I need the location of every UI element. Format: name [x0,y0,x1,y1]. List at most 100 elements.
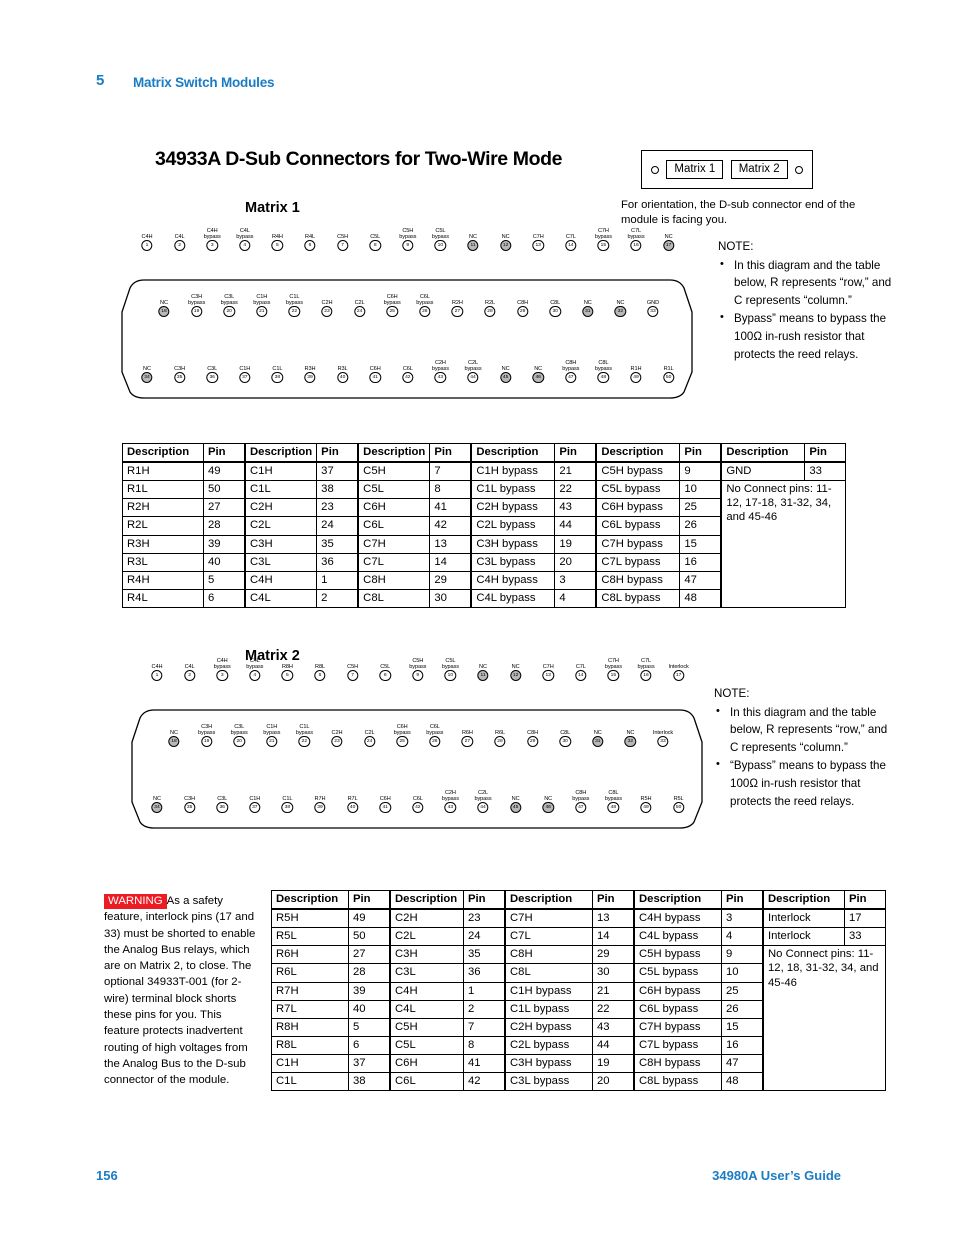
connector-pin-field: C4H 1 C4L 2 C4H bypass 3 C4L bypass 4 R8H 5 R8L 6 C5H 7… [128,658,706,830]
cell-description: C2L [389,927,464,947]
connector-pin-number: 33 [647,305,659,317]
connector-pin-number: 26 [429,735,441,747]
cell-description: C2H [244,498,318,518]
cell-description: C6H bypass [595,498,681,518]
note-bullet-list: In this diagram and the table below, R r… [714,703,898,811]
cell-description: C3H [389,945,464,965]
cell-pin: 17 [844,908,886,929]
cell-description: C2H [389,908,464,929]
dsub-connector-diagram-matrix-1: C4H 1 C4L 2 C4H bypass 3 C4L bypass 4 R4H 5 R4L 6 C5H 7… [118,228,696,400]
cell-pin: 25 [679,498,722,518]
connector-pin-number: 9 [402,239,414,251]
connector-pin-number: 33 [657,735,669,747]
cell-pin: 37 [348,1053,391,1074]
cell-pin: 35 [463,945,506,965]
cell-pin: 20 [554,552,597,572]
note-bullet-list: In this diagram and the table below, R r… [718,256,898,364]
cell-description: R3H [122,534,204,554]
cell-description: C4L bypass [633,927,722,947]
connector-pin-number: 25 [396,735,408,747]
cell-pin: 3 [554,570,597,590]
connector-pin-number: 6 [314,669,326,681]
cell-pin: 22 [592,999,635,1019]
connector-pin-number: 49 [640,801,652,813]
cell-description: C7H bypass [633,1017,722,1037]
cell-no-connect-note: No Connect pins: 11-12, 18, 31-32, 34, a… [762,945,886,1092]
connector-pin-number: 5 [281,669,294,681]
connector-pin-number: 43 [444,801,457,813]
cell-description: C8H bypass [595,570,681,590]
cell-pin: 40 [348,999,391,1019]
connector-pin-number: 19 [200,735,213,747]
connector-pin-number: 2 [183,669,196,681]
cell-description: R5L [271,927,349,947]
connector-pin-label: C8H bypass [562,359,580,372]
cell-description: C7L bypass [595,552,681,572]
column-header-pin: Pin [679,443,722,464]
cell-pin: 8 [429,480,472,500]
column-header-description: Description [720,443,806,464]
cell-description: C7L [504,927,593,947]
note-title: NOTE: [718,240,754,253]
cell-description: C5L bypass [633,963,722,983]
connector-pin-number: 14 [565,239,577,251]
cell-pin: 16 [721,1035,764,1055]
column-header-pin: Pin [844,890,886,911]
connector-pin-number: 29 [516,305,529,317]
table-row: R6H 27 C3H 35 C8H 29 C5H bypass 9 No Connect pin… [271,945,886,1092]
orientation-caption: For orientation, the D-sub connector end… [621,199,856,227]
connector-pin-number: 42 [402,371,414,383]
chapter-number: 5 [96,72,105,89]
note-bullet: “Bypass” means to bypass the 100Ω in-rus… [714,756,898,810]
connector-pin-number: 5 [271,239,284,251]
connector-pin-number: 17 [662,239,675,251]
connector-pin-number: 35 [173,371,186,383]
connector-pin-number: 22 [298,735,311,747]
cell-description: C6H bypass [633,981,722,1001]
column-header-description: Description [762,890,845,911]
cell-description: C3L bypass [504,1072,593,1092]
connector-pin-label: C5L bypass [441,657,459,670]
cell-pin: 38 [316,480,359,500]
cell-description: C5H bypass [595,461,681,482]
column-header-pin: Pin [348,890,391,911]
connector-pin-number: 44 [477,801,489,813]
connector-pin-number: 6 [304,239,316,251]
cell-pin: 14 [429,552,472,572]
column-header-pin: Pin [804,443,847,464]
connector-pin-label: C1H bypass [263,723,281,736]
connector-pin-number: 25 [386,305,398,317]
cell-description: C5L [389,1035,464,1055]
cell-description: C6L bypass [633,999,722,1019]
cell-description: C4H [244,570,318,590]
column-header-description: Description [633,890,722,911]
connector-pin-number: 1 [141,239,153,251]
cell-description: C1L [244,480,318,500]
connector-pin-number: 34 [141,371,153,383]
cell-pin: 30 [592,963,635,983]
connector-pin-number: 38 [271,371,284,383]
connector-pin-number: 8 [369,239,381,251]
cell-description: C2L [244,516,318,536]
cell-description: C8L [504,963,593,983]
pin-table: Description Pin Description Pin Description P… [271,890,886,1092]
pin-assignment-table-matrix-1: Description Pin Description Pin Description P… [122,443,847,608]
cell-description: C4L [244,588,318,608]
cell-pin: 2 [316,588,359,608]
connector-pin-label: C8L bypass [604,789,622,802]
connector-pin-number: 19 [190,305,203,317]
cell-description: C7H bypass [595,534,681,554]
cell-pin: 43 [554,498,597,518]
pin-table: Description Pin Description Pin Description P… [122,443,847,608]
connector-pin-label: C3L bypass [230,723,248,736]
cell-description: C6L [389,1072,464,1092]
cell-pin: 15 [721,1017,764,1037]
cell-description: C8H [504,945,593,965]
connector-pin-number: 48 [597,371,610,383]
connector-pin-label: C7H bypass [594,227,612,240]
cell-description: C5L bypass [595,480,681,500]
connector-pin-number: 48 [607,801,620,813]
footer-page-number: 156 [96,1168,118,1183]
cell-description: R2L [122,516,204,536]
connector-pin-number: 20 [233,735,245,747]
